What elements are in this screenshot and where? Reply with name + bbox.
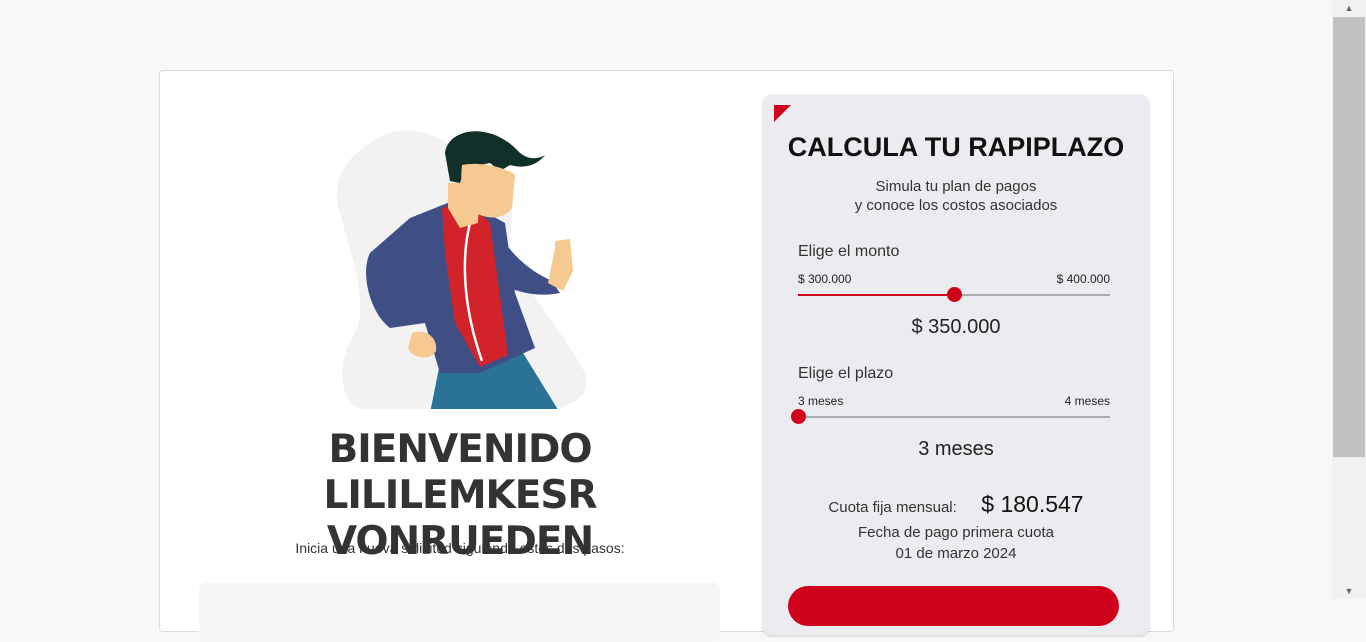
first-payment-date: Fecha de pago primera cuota 01 de marzo … (763, 522, 1149, 564)
amount-min-label: $ 300.000 (798, 272, 852, 286)
page-scrollbar[interactable]: ▲ ▼ (1332, 0, 1366, 599)
first-payment-date-label: Fecha de pago primera cuota (858, 524, 1054, 541)
term-slider-thumb[interactable] (791, 409, 806, 424)
term-label: Elige el plazo (798, 365, 894, 382)
term-slider[interactable] (791, 409, 1110, 424)
term-value: 3 meses (918, 438, 994, 460)
loan-simulator-panel: CALCULA TU RAPIPLAZO Simula tu plan de p… (763, 95, 1149, 635)
monthly-fee-row: Cuota fija mensual: $ 180.547 (763, 491, 1149, 518)
corner-accent-icon (774, 105, 791, 122)
amount-slider[interactable] (798, 287, 1110, 302)
scroll-up-icon[interactable]: ▲ (1332, 0, 1366, 16)
amount-slider-fill (798, 294, 954, 296)
amount-slider-thumb[interactable] (947, 287, 962, 302)
amount-max-label: $ 400.000 (1056, 272, 1110, 286)
main-card: BIENVENIDO LILILEMKESR VONRUEDEN Inicia … (159, 70, 1174, 642)
steps-panel (199, 582, 720, 642)
monthly-fee-label: Cuota fija mensual: (828, 499, 957, 516)
simulator-subtitle: Simula tu plan de pagos y conoce los cos… (763, 177, 1149, 215)
scroll-down-icon[interactable]: ▼ (1332, 583, 1366, 599)
welcome-heading-line1: BIENVENIDO LILILEMKESR (323, 427, 597, 518)
simulator-subtitle-line1: Simula tu plan de pagos (875, 178, 1037, 195)
intro-text: Inicia una nueva solicitud siguiendo est… (295, 540, 625, 556)
amount-value: $ 350.000 (911, 316, 1001, 338)
monthly-fee-value: $ 180.547 (981, 491, 1084, 517)
dancing-man-illustration (336, 130, 587, 409)
term-min-label: 3 meses (798, 394, 844, 408)
simulator-title: CALCULA TU RAPIPLAZO (787, 132, 1125, 162)
amount-label: Elige el monto (798, 243, 900, 260)
term-max-label: 4 meses (1064, 394, 1110, 408)
simulator-subtitle-line2: y conoce los costos asociados (854, 197, 1058, 214)
first-payment-date-value: 01 de marzo 2024 (895, 545, 1017, 562)
scrollbar-thumb[interactable] (1333, 17, 1365, 457)
simulator-cta-button[interactable] (788, 586, 1119, 626)
